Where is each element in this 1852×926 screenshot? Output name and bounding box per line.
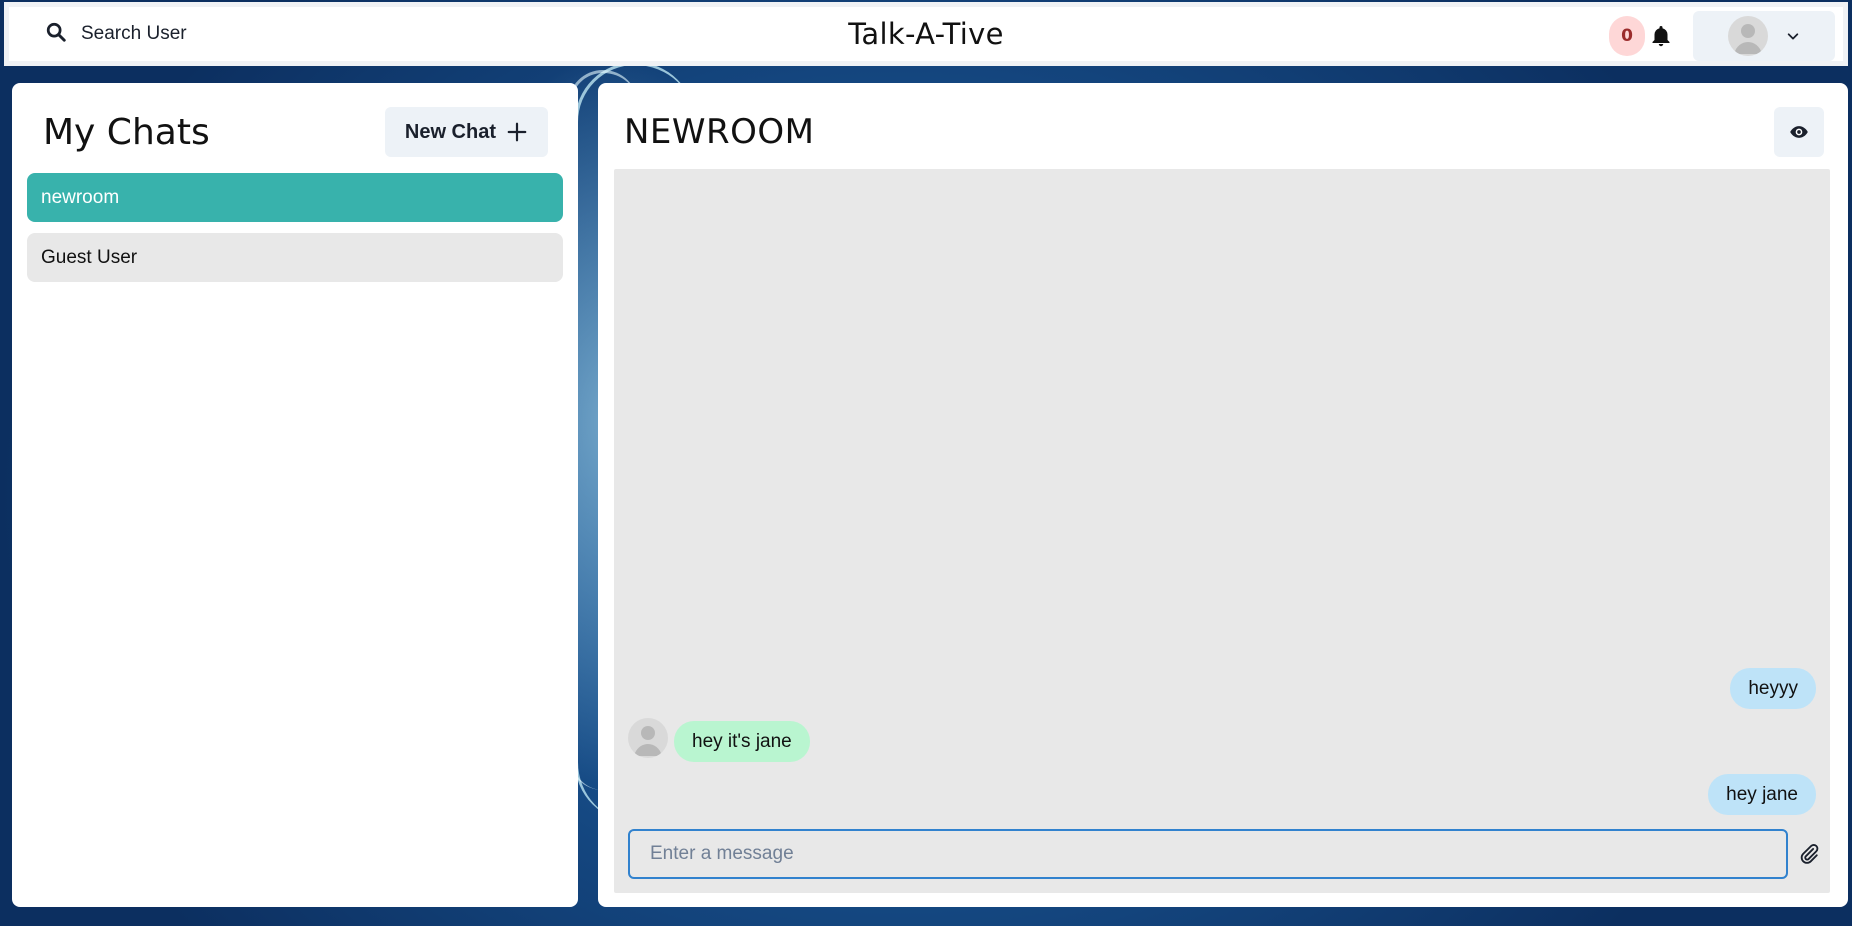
chevron-down-icon: [1786, 29, 1800, 43]
message-input[interactable]: [628, 829, 1788, 879]
notification-count-badge: 0: [1609, 16, 1645, 56]
top-bar: Search User Talk-A-Tive 0: [4, 2, 1848, 66]
search-user-button[interactable]: Search User: [35, 13, 197, 55]
my-chats-header: My Chats New Chat: [27, 97, 563, 167]
sender-avatar-icon[interactable]: [628, 717, 668, 758]
profile-menu-button[interactable]: [1693, 11, 1835, 61]
chat-list: newroom Guest User: [27, 173, 563, 282]
message-area[interactable]: heyyy hey it's jane hey jane: [614, 169, 1830, 893]
my-chats-title: My Chats: [43, 111, 210, 153]
my-message-bubble: hey jane: [1708, 774, 1816, 815]
new-chat-button[interactable]: New Chat: [384, 107, 548, 157]
view-room-details-button[interactable]: [1774, 107, 1824, 157]
chat-header: NEWROOM: [614, 97, 1832, 167]
notifications-button[interactable]: 0: [1609, 16, 1673, 56]
chat-name: Guest User: [41, 246, 138, 268]
room-title: NEWROOM: [624, 112, 815, 152]
chat-name: newroom: [41, 186, 120, 208]
top-right-controls: 0: [1609, 11, 1835, 61]
search-icon: [45, 21, 67, 47]
message-row: hey it's jane: [628, 717, 1816, 762]
search-user-label: Search User: [81, 23, 187, 44]
my-message-bubble: heyyy: [1730, 668, 1816, 709]
their-message-bubble: hey it's jane: [674, 721, 810, 762]
my-chats-panel: My Chats New Chat newroom Guest User: [12, 83, 578, 907]
bell-icon[interactable]: [1649, 24, 1673, 48]
paperclip-icon[interactable]: [1796, 841, 1822, 867]
message-row: heyyy: [628, 668, 1816, 709]
plus-icon: [506, 121, 528, 143]
message-row: hey jane: [628, 774, 1816, 815]
chat-list-item[interactable]: newroom: [27, 173, 563, 222]
user-avatar-icon: [1728, 16, 1768, 56]
new-chat-label: New Chat: [404, 120, 496, 143]
chat-list-item[interactable]: Guest User: [27, 233, 563, 282]
app-title: Talk-A-Tive: [848, 17, 1004, 51]
message-input-row: [628, 829, 1822, 879]
message-list: heyyy hey it's jane hey jane: [628, 668, 1816, 815]
eye-icon: [1789, 122, 1809, 142]
chat-panel: NEWROOM heyyy hey it's jane hey jane: [598, 83, 1848, 907]
